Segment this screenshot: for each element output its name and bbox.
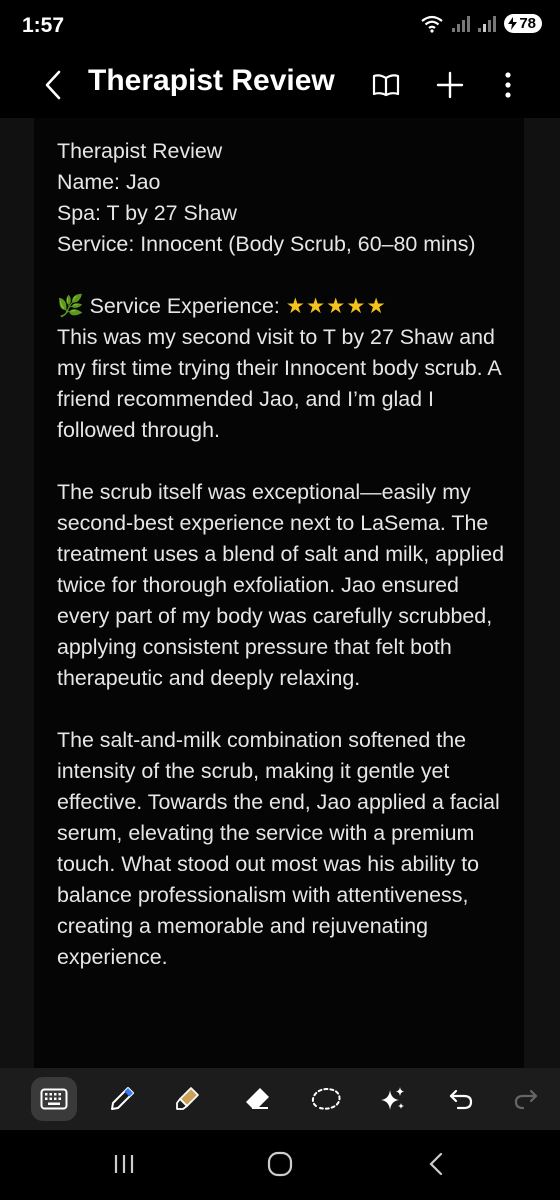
app-bar: Therapist Review	[0, 56, 560, 118]
drawing-toolbar	[0, 1068, 560, 1130]
more-vertical-icon	[505, 72, 511, 98]
undo-button[interactable]	[438, 1077, 484, 1121]
ai-assist-button[interactable]	[370, 1077, 416, 1121]
keyboard-button[interactable]	[31, 1077, 77, 1121]
recents-icon	[114, 1155, 134, 1173]
lasso-tool-button[interactable]	[303, 1077, 349, 1121]
book-icon	[372, 74, 400, 97]
status-icons: 78	[420, 14, 542, 33]
system-nav-bar	[0, 1130, 560, 1200]
status-time: 1:57	[22, 14, 65, 37]
nav-back-icon	[429, 1152, 443, 1176]
add-button[interactable]	[430, 62, 470, 108]
reading-mode-button[interactable]	[366, 62, 406, 108]
undo-icon	[449, 1089, 473, 1110]
note-paragraph: This was my second visit to T by 27 Shaw…	[57, 325, 501, 442]
star-rating: ★★★★★	[285, 294, 387, 318]
eraser-icon	[246, 1088, 269, 1109]
highlighter-icon	[176, 1087, 199, 1110]
herb-icon: 🌿	[57, 294, 84, 318]
eraser-tool-button[interactable]	[234, 1077, 280, 1121]
note-service: Service: Innocent (Body Scrub, 60–80 min…	[57, 232, 476, 256]
nav-back-button[interactable]	[406, 1144, 466, 1184]
note-body[interactable]: Therapist Review Name: Jao Spa: T by 27 …	[57, 136, 507, 973]
chevron-left-icon	[45, 70, 61, 100]
charging-bolt-icon	[508, 17, 518, 30]
sparkle-icon	[381, 1087, 404, 1110]
service-experience-label: Service Experience:	[89, 294, 280, 318]
note-title: Therapist Review	[57, 139, 223, 163]
plus-icon	[436, 71, 464, 99]
status-bar: 1:57 78	[0, 0, 560, 56]
back-button[interactable]	[36, 62, 70, 108]
page-title: Therapist Review	[88, 64, 335, 97]
signal-icon-2	[478, 15, 497, 32]
lasso-icon	[311, 1087, 341, 1110]
pen-icon	[111, 1087, 134, 1110]
wifi-icon	[421, 15, 443, 33]
keyboard-icon	[40, 1088, 68, 1110]
note-paragraph: The salt-and-milk combination softened t…	[57, 728, 500, 969]
note-therapist-name: Name: Jao	[57, 170, 161, 194]
more-options-button[interactable]	[488, 62, 528, 108]
signal-icon-1	[452, 15, 471, 32]
redo-icon	[514, 1089, 538, 1110]
note-paragraph: The scrub itself was exceptional—easily …	[57, 480, 505, 690]
redo-button[interactable]	[506, 1077, 546, 1121]
battery-level: 78	[519, 15, 536, 32]
home-button[interactable]	[250, 1144, 310, 1184]
recent-apps-button[interactable]	[94, 1144, 154, 1184]
highlighter-tool-button[interactable]	[164, 1077, 210, 1121]
note-spa: Spa: T by 27 Shaw	[57, 201, 237, 225]
note-page[interactable]: Therapist Review Name: Jao Spa: T by 27 …	[34, 118, 524, 1068]
service-experience-line: 🌿 Service Experience: ★★★★★	[57, 291, 507, 322]
pen-tool-button[interactable]	[99, 1077, 145, 1121]
battery-indicator: 78	[504, 14, 542, 33]
note-canvas[interactable]: Therapist Review Name: Jao Spa: T by 27 …	[0, 118, 560, 1068]
home-circle-icon	[267, 1151, 293, 1177]
